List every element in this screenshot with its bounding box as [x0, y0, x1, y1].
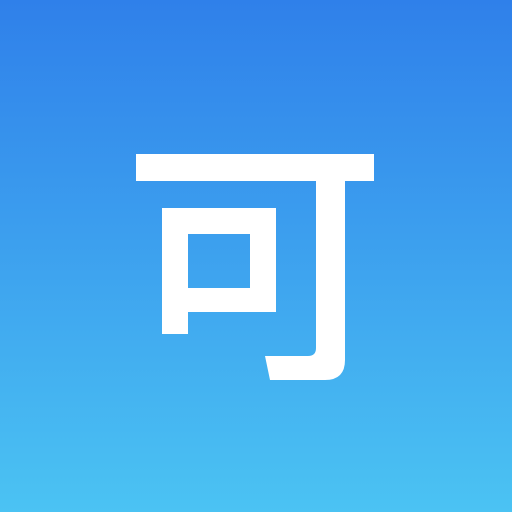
app-icon-artwork: 可 [0, 0, 512, 512]
app-icon[interactable]: 可 [0, 0, 512, 512]
